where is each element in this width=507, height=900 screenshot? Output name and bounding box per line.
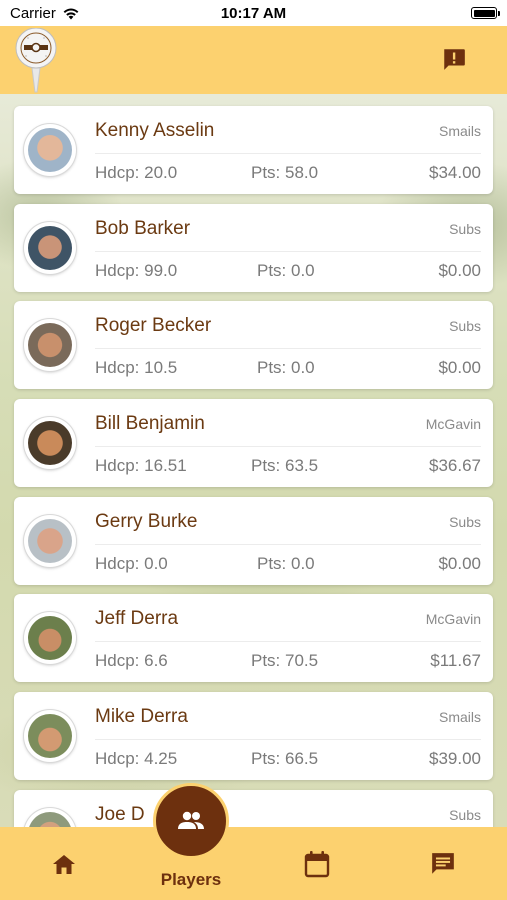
player-list-container[interactable]: Kenny Asselin Smails Hdcp: 20.0 Pts: 58.… — [0, 94, 507, 827]
player-handicap: Hdcp: 99.0 — [95, 260, 178, 280]
player-team: Subs — [449, 318, 481, 335]
avatar — [24, 807, 76, 827]
player-list: Kenny Asselin Smails Hdcp: 20.0 Pts: 58.… — [14, 106, 493, 827]
player-money: $0.00 — [438, 358, 481, 378]
feedback-alert-icon[interactable] — [441, 46, 467, 72]
player-money: $0.00 — [438, 260, 481, 280]
player-points: Pts: 63.5 — [251, 456, 319, 476]
player-card[interactable]: Roger Becker Subs Hdcp: 10.5 Pts: 0.0 $0… — [14, 301, 493, 390]
player-team: Smails — [438, 123, 481, 139]
status-bar: Carrier 10:17 AM — [0, 0, 507, 26]
divider — [95, 543, 481, 545]
divider — [95, 641, 481, 643]
player-handicap: Hdcp: 4.25 — [95, 749, 178, 769]
avatar — [24, 417, 76, 470]
player-name: Roger Becker — [95, 315, 212, 337]
divider — [95, 250, 481, 252]
player-handicap: Hdcp: 20.0 — [95, 163, 178, 182]
divider — [95, 153, 481, 154]
player-card[interactable]: Gerry Burke Subs Hdcp: 0.0 Pts: 0.0 $0.0… — [14, 496, 493, 585]
player-name: Gerry Burke — [95, 510, 198, 532]
player-money: $39.00 — [429, 749, 481, 769]
battery-icon — [471, 7, 500, 19]
player-card[interactable]: Kenny Asselin Smails Hdcp: 20.0 Pts: 58.… — [14, 106, 493, 194]
calendar-icon — [304, 850, 330, 877]
player-team: Subs — [449, 220, 481, 237]
player-points: Pts: 0.0 — [257, 553, 315, 573]
player-card[interactable]: Joe D Subs — [14, 789, 493, 827]
player-team: Smails — [438, 709, 481, 726]
player-points: Pts: 0.0 — [257, 358, 315, 378]
player-card[interactable]: Bill Benjamin McGavin Hdcp: 16.51 Pts: 6… — [14, 399, 493, 488]
player-handicap: Hdcp: 10.5 — [95, 358, 178, 378]
player-name: Joe D — [95, 803, 145, 825]
avatar — [24, 221, 76, 274]
player-team: Subs — [449, 806, 481, 823]
divider — [95, 348, 481, 350]
app-header — [0, 26, 507, 94]
avatar — [24, 514, 76, 567]
tab-bar — [0, 827, 507, 900]
golf-ball-logo-icon[interactable] — [14, 28, 58, 94]
home-icon — [53, 854, 75, 874]
player-points: Pts: 66.5 — [251, 749, 319, 769]
player-money: $0.00 — [438, 553, 481, 573]
avatar — [24, 710, 76, 763]
player-name: Bob Barker — [95, 217, 191, 239]
player-name: Bill Benjamin — [95, 413, 205, 435]
player-points: Pts: 58.0 — [251, 163, 319, 182]
player-money: $36.67 — [429, 456, 481, 476]
chat-icon — [432, 852, 454, 874]
tab-players[interactable] — [153, 783, 229, 859]
player-card[interactable]: Bob Barker Subs Hdcp: 99.0 Pts: 0.0 $0.0… — [14, 203, 493, 292]
player-team: McGavin — [425, 416, 481, 433]
player-team: Subs — [449, 513, 481, 530]
divider — [95, 739, 481, 741]
player-handicap: Hdcp: 16.51 — [95, 456, 187, 476]
player-money: $34.00 — [429, 163, 481, 182]
player-name: Kenny Asselin — [95, 120, 215, 141]
avatar — [24, 612, 76, 665]
tab-calendar[interactable] — [287, 827, 347, 900]
people-icon — [178, 811, 204, 829]
avatar — [24, 319, 76, 372]
tab-players-label[interactable]: Players — [150, 870, 232, 890]
divider — [95, 446, 481, 448]
player-money: $11.67 — [430, 651, 481, 671]
player-name: Mike Derra — [95, 706, 188, 728]
player-points: Pts: 0.0 — [257, 260, 315, 280]
tab-messages[interactable] — [413, 827, 473, 900]
player-handicap: Hdcp: 0.0 — [95, 553, 168, 573]
tab-home[interactable] — [34, 827, 94, 900]
player-team: McGavin — [425, 611, 481, 628]
player-handicap: Hdcp: 6.6 — [95, 651, 168, 671]
player-points: Pts: 70.5 — [251, 651, 319, 671]
player-card[interactable]: Mike Derra Smails Hdcp: 4.25 Pts: 66.5 $… — [14, 692, 493, 781]
status-time: 10:17 AM — [220, 4, 287, 22]
player-name: Jeff Derra — [95, 608, 179, 630]
avatar — [24, 124, 76, 176]
player-card[interactable]: Jeff Derra McGavin Hdcp: 6.6 Pts: 70.5 $… — [14, 594, 493, 683]
